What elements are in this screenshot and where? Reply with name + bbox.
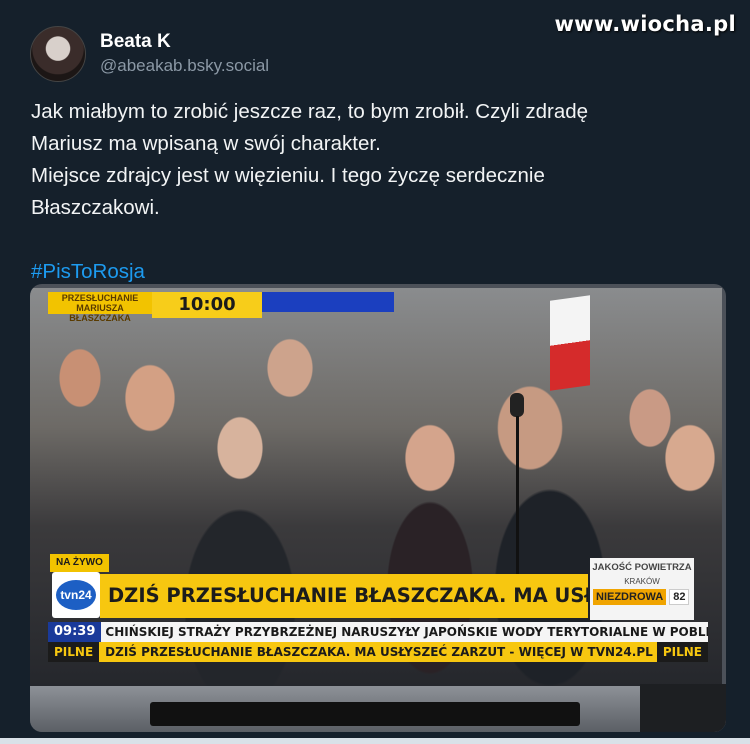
- air-quality-city: KRAKÓW: [624, 577, 660, 586]
- blue-strip: [262, 292, 394, 312]
- avatar[interactable]: [30, 26, 86, 82]
- post-photo[interactable]: PRZESŁUCHANIE MARIUSZA BŁASZCZAKA 10:00 …: [30, 284, 726, 732]
- program-label-line: MARIUSZA BŁASZCZAKA: [69, 303, 131, 323]
- tvn24-logo-text: tvn24: [56, 580, 96, 610]
- user-handle[interactable]: @abeakab.bsky.social: [100, 54, 269, 78]
- air-quality-value: 82: [669, 589, 690, 605]
- tvn24-logo-icon: tvn24: [52, 572, 100, 618]
- breaking-label: PILNE: [48, 642, 100, 662]
- breaking-bar: PILNE DZIŚ PRZESŁUCHANIE BŁASZCZAKA. MA …: [48, 642, 708, 662]
- microphone-stand: [516, 416, 519, 576]
- live-badge: NA ŻYWO: [50, 554, 109, 572]
- post-text-line: Jak miałbym to zrobić jeszcze raz, to by…: [31, 100, 589, 123]
- tv-screen: PRZESŁUCHANIE MARIUSZA BŁASZCZAKA 10:00 …: [30, 288, 722, 686]
- breaking-label-right: PILNE: [656, 642, 708, 662]
- bottom-divider: [0, 738, 750, 744]
- post-text-line: Błaszczakowi.: [31, 196, 160, 219]
- ticker-time: 09:39: [48, 622, 102, 642]
- breaking-text: DZIŚ PRZESŁUCHANIE BŁASZCZAKA. MA USŁYSZ…: [105, 645, 653, 659]
- program-time: 10:00: [152, 292, 262, 318]
- cabinet: [640, 684, 726, 732]
- program-label: PRZESŁUCHANIE MARIUSZA BŁASZCZAKA: [48, 292, 152, 323]
- air-quality-row: NIEZDROWA 82: [590, 589, 694, 605]
- post-header: Beata K @abeakab.bsky.social: [30, 26, 269, 82]
- site-watermark: www.wiocha.pl: [554, 12, 736, 36]
- post-text-line: Miejsce zdrajcy jest w więzieniu. I tego…: [31, 164, 545, 187]
- display-name[interactable]: Beata K: [100, 30, 269, 54]
- author-names: Beata K @abeakab.bsky.social: [100, 30, 269, 78]
- news-headline: DZIŚ PRZESŁUCHANIE BŁASZCZAKA. MA USŁYSZ…: [100, 574, 588, 618]
- air-quality-title: JAKOŚĆ POWIETRZA: [592, 562, 692, 573]
- program-label-line: PRZESŁUCHANIE: [61, 293, 139, 303]
- post-text: Jak miałbym to zrobić jeszcze raz, to by…: [31, 96, 721, 288]
- air-quality-status: NIEZDROWA: [593, 589, 667, 605]
- post-text-line: Mariusz ma wpisaną w swój charakter.: [31, 132, 381, 155]
- soundbar: [150, 702, 580, 726]
- flag-icon: [550, 295, 590, 391]
- ticker-text: CHIŃSKIEJ STRAŻY PRZYBRZEŻNEJ NARUSZYŁY …: [105, 625, 708, 639]
- microphone-icon: [510, 393, 524, 417]
- news-ticker: 09:39 CHIŃSKIEJ STRAŻY PRZYBRZEŻNEJ NARU…: [48, 622, 708, 642]
- air-quality-panel: JAKOŚĆ POWIETRZA KRAKÓW NIEZDROWA 82: [590, 558, 694, 620]
